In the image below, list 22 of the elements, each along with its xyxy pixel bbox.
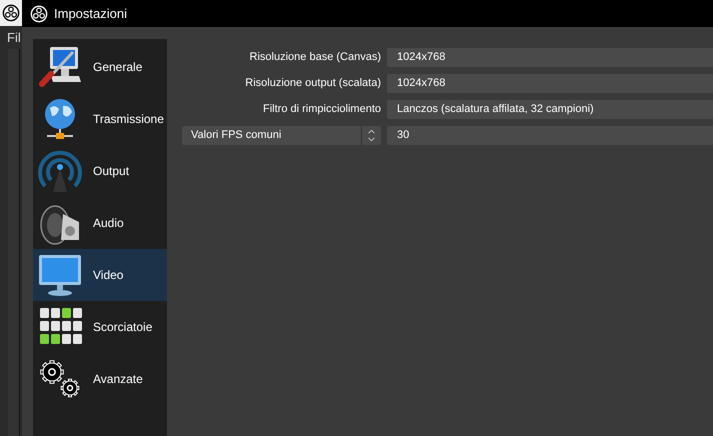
sidebar-item[interactable]: Generale	[33, 41, 167, 93]
value-field[interactable]: 30	[387, 126, 713, 145]
value-field[interactable]: Lanczos (scalatura affilata, 32 campioni)	[387, 100, 713, 119]
menu-item[interactable]: Fil	[0, 26, 22, 49]
value-field[interactable]: 1024x768	[387, 48, 713, 67]
window-title: Impostazioni	[54, 4, 127, 23]
value-field[interactable]: 1024x768	[387, 74, 713, 93]
sidebar-item[interactable]: Audio	[33, 197, 167, 249]
field-label: Filtro di rimpicciolimento	[262, 102, 381, 118]
field-label: Risoluzione output (scalata)	[244, 76, 381, 92]
sidebar-item[interactable]: Video	[33, 249, 167, 301]
sidebar-item[interactable]: Scorciatoie	[33, 301, 167, 353]
app-logo	[30, 4, 48, 22]
preset-dropdown[interactable]: Valori FPS comuni	[182, 126, 381, 145]
sidebar-item[interactable]: Output	[33, 145, 167, 197]
antenna-icon	[37, 148, 83, 194]
sidebar-item[interactable]: Trasmissione	[33, 93, 167, 145]
monitor-icon	[37, 252, 83, 298]
field-label: Risoluzione base (Canvas)	[248, 50, 381, 66]
sidebar-item[interactable]: Avanzate	[33, 353, 167, 405]
app-logo	[2, 4, 20, 22]
monitor-wrench-icon	[37, 44, 83, 90]
